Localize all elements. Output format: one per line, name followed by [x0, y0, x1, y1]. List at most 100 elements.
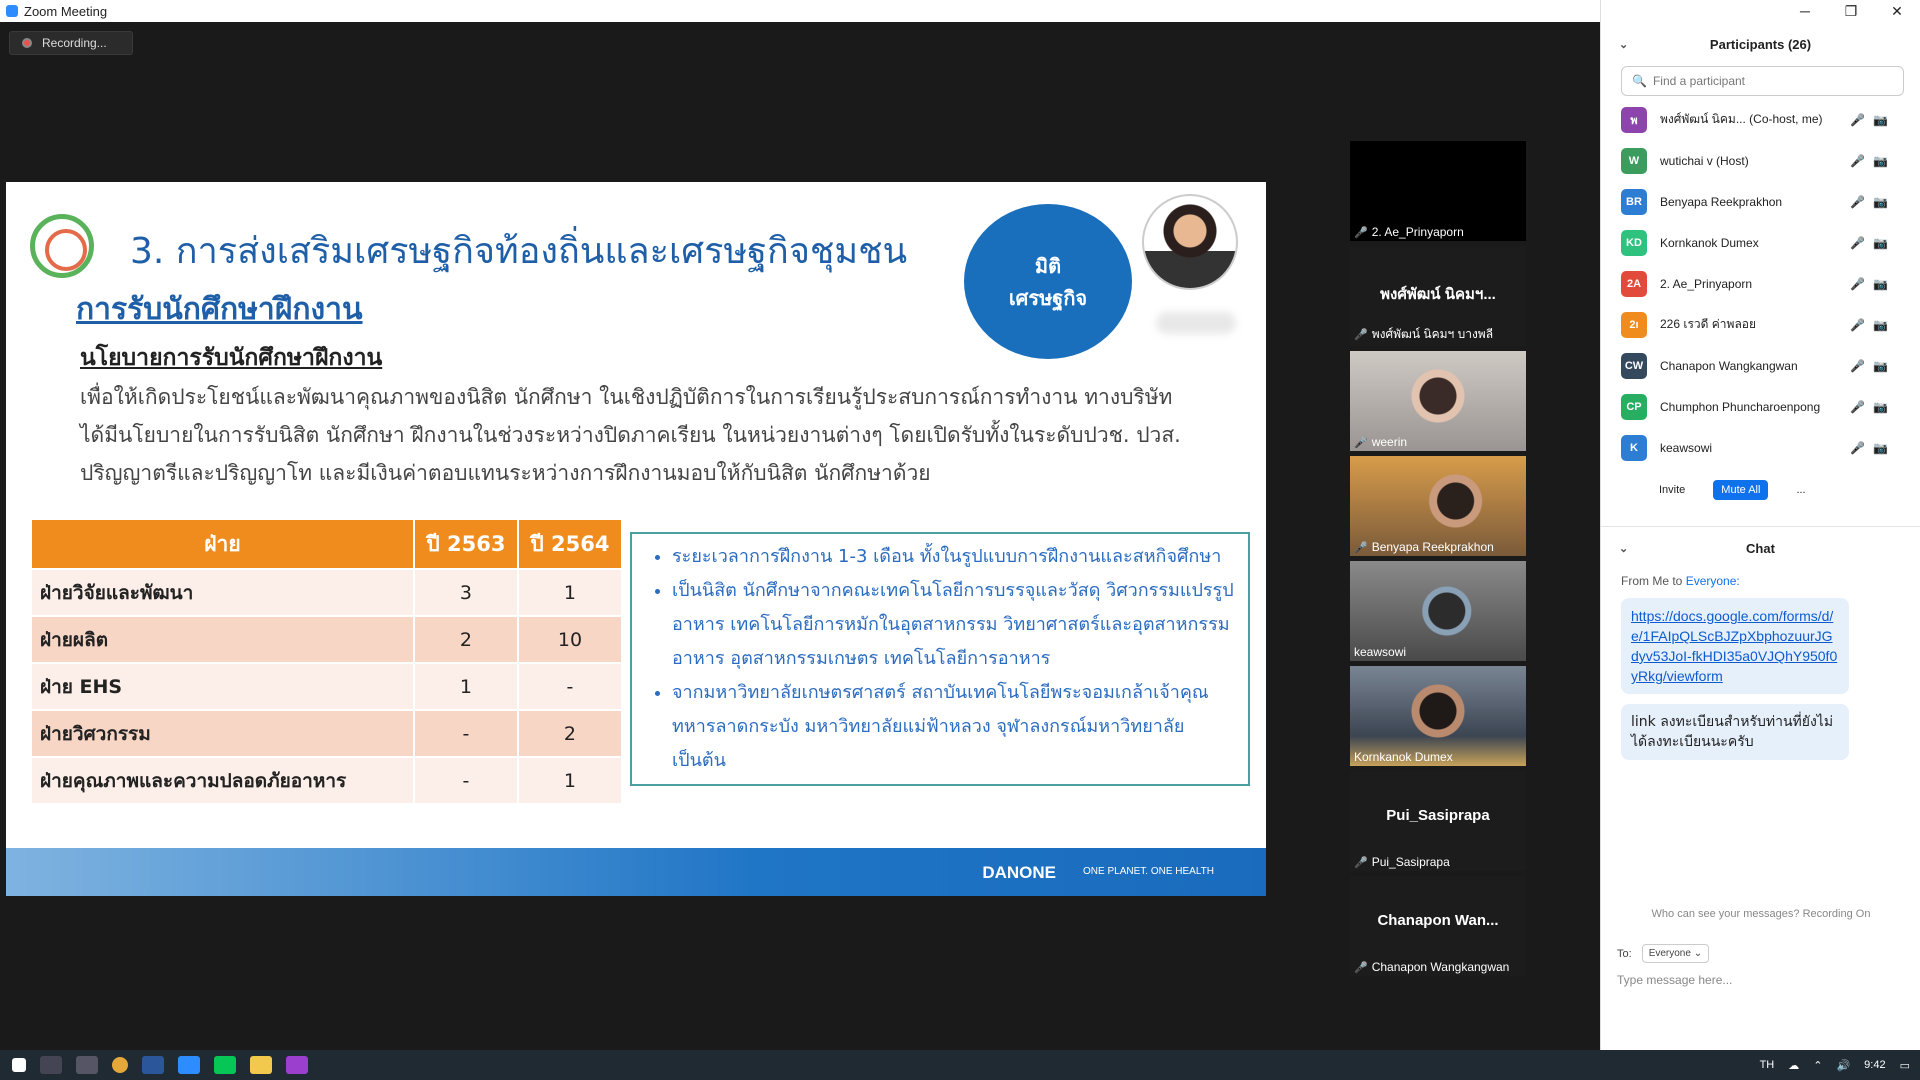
participant-name: Chanapon Wangkangwan — [1660, 358, 1798, 373]
system-tray: TH ☁ ⌃ 🔊 9:42 ▭ — [1760, 1050, 1910, 1080]
avatar: KD — [1621, 229, 1647, 256]
value-cell: 2 — [414, 617, 517, 662]
participant-row[interactable]: Wwutichai v (Host) 🎤📷 — [1601, 140, 1920, 181]
participant-row[interactable]: BR Benyapa Reekprakhon 🎤📷 — [1601, 181, 1920, 222]
note-item: จากมหาวิทยาลัยเกษตรศาสตร์ สถาบันเทคโนโลย… — [672, 676, 1238, 778]
video-tile-active-speaker[interactable]: Kornkanok Dumex — [1350, 666, 1526, 766]
participant-row[interactable]: Kkeawsowi 🎤📷 — [1601, 427, 1920, 468]
recording-indicator[interactable]: Recording... — [9, 31, 133, 55]
tile-label: weerin — [1371, 435, 1408, 449]
close-button[interactable]: ✕ — [1874, 0, 1920, 22]
muted-mic-icon: 🎤 — [1354, 856, 1368, 869]
chevron-down-icon[interactable]: ⌄ — [1619, 542, 1628, 555]
mic-video-icons[interactable]: 🎤📷 — [1850, 441, 1896, 455]
tile-big-name: พงศ์พัฒน์ นิคมฯ... — [1380, 286, 1496, 303]
participant-list: พพงศ์พัฒน์ นิคม... (Co-host, me) 🎤📷 Wwutic… — [1601, 99, 1920, 468]
tile-label: 2. Ae_Prinyaporn — [1371, 225, 1464, 239]
to-everyone[interactable]: Everyone: — [1686, 574, 1740, 588]
chevron-down-icon[interactable]: ⌄ — [1619, 38, 1628, 51]
tile-name: 🎤 2. Ae_Prinyaporn — [1354, 225, 1464, 239]
zoom-taskbar-icon[interactable] — [178, 1056, 200, 1074]
chat-from: From Me to Everyone: — [1601, 574, 1920, 588]
participants-header: ⌄ Participants (26) — [1601, 22, 1920, 66]
app-icon[interactable] — [286, 1056, 308, 1074]
line-icon[interactable] — [214, 1056, 236, 1074]
participants-title: Participants (26) — [1709, 36, 1812, 52]
mic-video-icons[interactable]: 🎤📷 — [1850, 195, 1896, 209]
video-tile[interactable]: 🎤 Benyapa Reekprakhon — [1350, 456, 1526, 556]
participant-row[interactable]: KD Kornkanok Dumex 🎤📷 — [1601, 222, 1920, 263]
mic-video-icons[interactable]: 🎤📷 — [1850, 318, 1896, 332]
mute-all-button[interactable]: Mute All — [1713, 480, 1769, 500]
windows-start-icon[interactable] — [12, 1058, 26, 1072]
participant-name: พงศ์พัฒน์ นิคม... (Co-host, me) — [1660, 112, 1823, 126]
app-icon[interactable] — [76, 1056, 98, 1074]
notification-icon[interactable]: ▭ — [1900, 1059, 1910, 1072]
note-item: ระยะเวลาการฝึกงาน 1-3 เดือน ทั้งในรูปแบบ… — [672, 540, 1238, 574]
video-tile[interactable]: Chanapon Wan... 🎤 Chanapon Wangkangwan — [1350, 876, 1526, 976]
avatar: 2A — [1621, 270, 1647, 297]
table-row: ฝ่าย EHS 1- — [32, 664, 621, 709]
footer-tagline: ONE PLANET. ONE HEALTH — [1083, 866, 1214, 877]
tile-name: 🎤 Benyapa Reekprakhon — [1354, 540, 1494, 554]
video-tile[interactable]: 🎤 weerin — [1350, 351, 1526, 451]
participant-name: Benyapa Reekprakhon — [1660, 194, 1783, 209]
video-tile[interactable]: keawsowi — [1350, 561, 1526, 661]
participant-row[interactable]: 2ı 226 เรวดี ค่าพลอย 🎤📷 — [1601, 304, 1920, 345]
video-tile[interactable]: 🎤 2. Ae_Prinyaporn — [1350, 141, 1526, 241]
presenter-photo — [1142, 194, 1238, 290]
minimize-button[interactable]: ─ — [1782, 0, 1828, 22]
task-view-icon[interactable] — [40, 1056, 62, 1074]
chat-message-link[interactable]: https://docs.google.com/forms/d/e/1FAIpQ… — [1621, 598, 1849, 694]
mic-video-icons[interactable]: 🎤📷 — [1850, 277, 1896, 291]
folder-icon[interactable] — [250, 1056, 272, 1074]
participant-search-input[interactable]: 🔍 Find a participant — [1621, 66, 1904, 96]
participant-row[interactable]: CP Chumphon Phuncharoenpong 🎤📷 — [1601, 386, 1920, 427]
blurred-caption — [1156, 312, 1236, 334]
chat-visibility-note[interactable]: Who can see your messages? Recording On — [1601, 908, 1920, 920]
recipient-select[interactable]: Everyone ⌄ — [1641, 944, 1710, 963]
mic-video-icons[interactable]: 🎤📷 — [1850, 154, 1896, 168]
chat-input[interactable]: Type message here... — [1617, 973, 1732, 987]
chevron-up-icon[interactable]: ⌃ — [1813, 1059, 1822, 1072]
muted-mic-icon: 🎤 — [1354, 226, 1368, 239]
mic-video-icons[interactable]: 🎤📷 — [1850, 359, 1896, 373]
weather-icon[interactable]: ☁ — [1788, 1059, 1799, 1072]
clock[interactable]: 9:42 — [1864, 1059, 1885, 1071]
table-row: ฝ่ายคุณภาพและความปลอดภัยอาหาร -1 — [32, 758, 621, 803]
mic-video-icons[interactable]: 🎤📷 — [1850, 236, 1896, 250]
mic-video-icons[interactable]: 🎤📷 — [1850, 113, 1896, 127]
window-titlebar: Zoom Meeting — [0, 0, 1600, 22]
word-icon[interactable] — [142, 1056, 164, 1074]
muted-mic-icon: 🎤 — [1354, 541, 1368, 554]
participant-row[interactable]: 2A 2. Ae_Prinyaporn 🎤📷 — [1601, 263, 1920, 304]
participant-name: keawsowi — [1660, 440, 1713, 455]
tile-name: 🎤 พงศ์พัฒน์ นิคมฯ บางพลี — [1354, 325, 1493, 344]
video-stage: Recording... 3. การส่งเสริมเศรษฐกิจท้องถ… — [0, 22, 1600, 1050]
mic-video-icons[interactable]: 🎤📷 — [1850, 400, 1896, 414]
participant-name: wutichai v (Host) — [1660, 153, 1749, 168]
chrome-icon[interactable] — [112, 1057, 128, 1073]
volume-icon[interactable]: 🔊 — [1836, 1059, 1850, 1072]
value-cell: - — [414, 711, 517, 756]
tile-big-name: Pui_Sasiprapa — [1386, 807, 1490, 824]
value-cell: 1 — [518, 758, 621, 803]
invite-button[interactable]: Invite — [1651, 480, 1693, 500]
tile-label: Pui_Sasiprapa — [1371, 855, 1450, 869]
video-tile[interactable]: พงศ์พัฒน์ นิคมฯ... 🎤 พงศ์พัฒน์ นิคมฯ บางพล… — [1350, 246, 1526, 346]
participant-actions: Invite Mute All ... — [1601, 468, 1920, 512]
search-icon: 🔍 — [1632, 74, 1647, 88]
tile-label: Benyapa Reekprakhon — [1371, 540, 1494, 554]
value-cell: 10 — [518, 617, 621, 662]
dept-cell: ฝ่าย EHS — [32, 664, 413, 709]
video-tile[interactable]: Pui_Sasiprapa 🎤 Pui_Sasiprapa — [1350, 771, 1526, 871]
restore-button[interactable]: ❐ — [1828, 0, 1874, 22]
participant-row[interactable]: พ พงศ์พัฒน์ นิคม... (Co-host, me) 🎤📷 — [1601, 99, 1920, 140]
more-button[interactable]: ... — [1788, 480, 1813, 500]
participant-row[interactable]: CW Chanapon Wangkangwan 🎤📷 — [1601, 345, 1920, 386]
participant-name: 2. Ae_Prinyaporn — [1660, 276, 1753, 291]
chat-title: Chat — [1746, 541, 1775, 556]
note-item: เป็นนิสิต นักศึกษาจากคณะเทคโนโลยีการบรรจ… — [672, 574, 1238, 676]
header-2564: ปี 2564 — [518, 520, 621, 568]
language-indicator[interactable]: TH — [1760, 1059, 1775, 1071]
